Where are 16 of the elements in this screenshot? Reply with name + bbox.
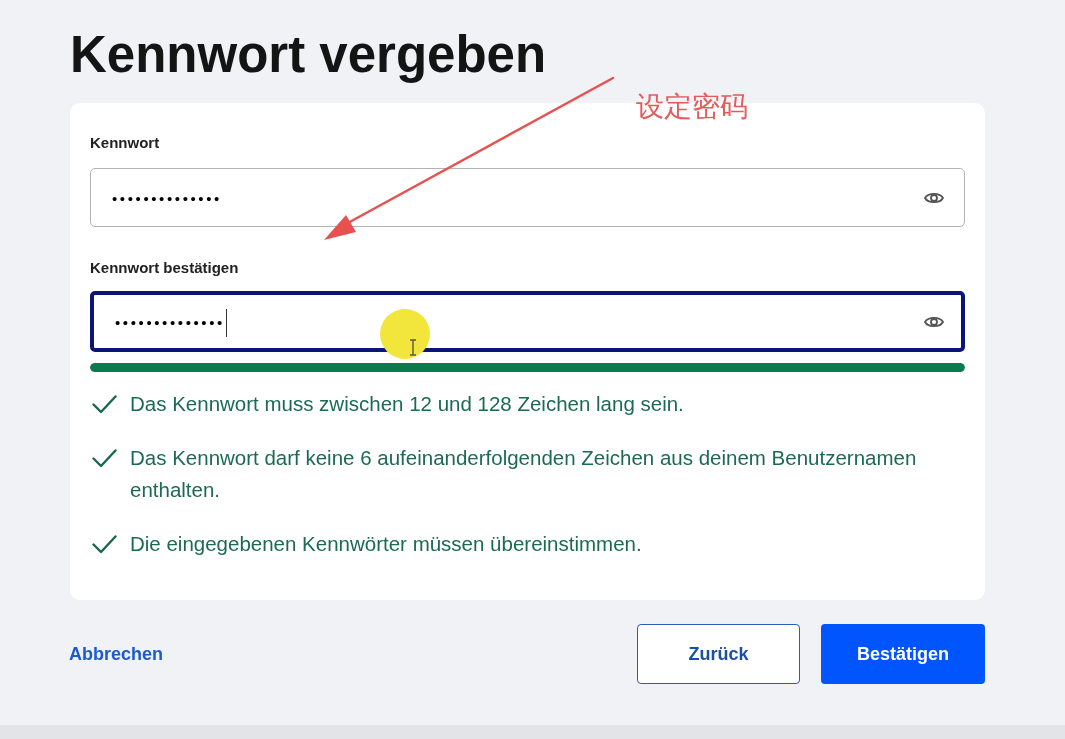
back-button[interactable]: Zurück (637, 624, 800, 684)
password-field[interactable]: •••••••••••••• (90, 168, 965, 227)
text-caret-icon (225, 308, 228, 337)
requirement-text: Das Kennwort darf keine 6 aufeinanderfolgenden Zeichen aus deinem Benutzernamen enthalten. (130, 445, 918, 503)
annotation-text: 设定密码 (636, 90, 748, 124)
requirement-text: Die eingegebenen Kennwörter müssen übereinstimmen. (130, 531, 643, 557)
cursor-highlight-icon (380, 309, 430, 359)
requirement-text: Das Kennwort muss zwischen 12 und 128 Zeichen lang sein. (130, 391, 685, 417)
eye-icon[interactable] (924, 314, 944, 329)
field-label: Kennwort (90, 133, 161, 152)
password-field[interactable]: •••••••••••••• (90, 291, 965, 352)
cancel-link[interactable]: Abbrechen (69, 640, 164, 668)
page-title: Kennwort vergeben (70, 28, 548, 82)
confirm-button[interactable]: Bestätigen (821, 624, 985, 684)
eye-icon[interactable] (924, 190, 944, 205)
field-label: Kennwort bestätigen (90, 258, 240, 277)
